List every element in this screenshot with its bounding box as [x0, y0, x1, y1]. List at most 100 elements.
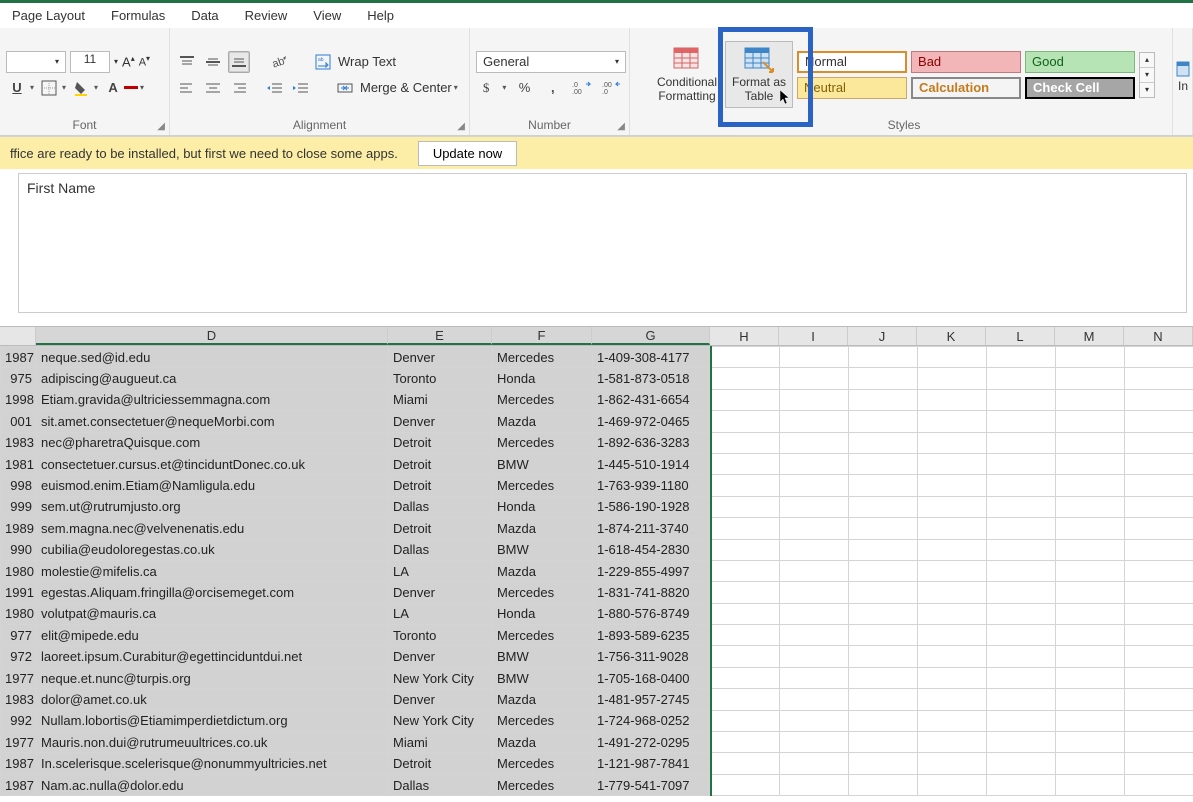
cell-empty[interactable] — [1056, 560, 1125, 581]
cell[interactable]: 998 — [1, 475, 37, 496]
cell[interactable]: 1-618-454-2830 — [593, 539, 711, 560]
cell-empty[interactable] — [987, 560, 1056, 581]
cell[interactable]: Detroit — [389, 475, 493, 496]
cell-empty[interactable] — [849, 646, 918, 667]
cell-empty[interactable] — [849, 689, 918, 710]
cell[interactable]: 1-481-957-2745 — [593, 689, 711, 710]
cell[interactable]: cubilia@eudoloregestas.co.uk — [37, 539, 389, 560]
cell-empty[interactable] — [780, 496, 849, 517]
cell-empty[interactable] — [987, 347, 1056, 368]
cell[interactable]: LA — [389, 603, 493, 624]
cell[interactable]: 1-779-541-7097 — [593, 774, 711, 795]
cell[interactable]: Mauris.non.dui@rutrumeuultrices.co.uk — [37, 732, 389, 753]
alignment-dialog-launcher[interactable]: ◢ — [457, 121, 465, 132]
wrap-text-icon[interactable]: ab — [312, 51, 334, 73]
cell[interactable]: 1991 — [1, 582, 37, 603]
cell-empty[interactable] — [1125, 732, 1193, 753]
cell-empty[interactable] — [1125, 432, 1193, 453]
cell-empty[interactable] — [849, 368, 918, 389]
cell-empty[interactable] — [1125, 475, 1193, 496]
col-header-H[interactable]: H — [710, 327, 779, 345]
cell[interactable]: 1-880-576-8749 — [593, 603, 711, 624]
number-format-select[interactable]: General ▾ — [476, 51, 626, 73]
cell-empty[interactable] — [711, 753, 780, 774]
cell-empty[interactable] — [987, 732, 1056, 753]
table-row[interactable]: 1998Etiam.gravida@ultriciessemmagna.comM… — [1, 389, 1193, 410]
cell-empty[interactable] — [1056, 646, 1125, 667]
cell[interactable]: 001 — [1, 411, 37, 432]
tab-help[interactable]: Help — [367, 8, 394, 23]
cell[interactable]: 1-229-855-4997 — [593, 560, 711, 581]
cell[interactable]: consectetuer.cursus.et@tinciduntDonec.co… — [37, 453, 389, 474]
cell-empty[interactable] — [918, 560, 987, 581]
cell-empty[interactable] — [1125, 753, 1193, 774]
cell-empty[interactable] — [849, 667, 918, 688]
cell-empty[interactable] — [1056, 389, 1125, 410]
align-center-icon[interactable] — [202, 77, 224, 99]
column-headers[interactable]: DEFGHIJKLMN — [0, 326, 1193, 346]
cell-empty[interactable] — [849, 389, 918, 410]
table-row[interactable]: 1977Mauris.non.dui@rutrumeuultrices.co.u… — [1, 732, 1193, 753]
table-row[interactable]: 999sem.ut@rutrumjusto.orgDallasHonda1-58… — [1, 496, 1193, 517]
cell[interactable]: 975 — [1, 368, 37, 389]
style-checkcell[interactable]: Check Cell — [1025, 77, 1135, 99]
cell-empty[interactable] — [987, 518, 1056, 539]
cell-empty[interactable] — [711, 411, 780, 432]
cell-empty[interactable] — [780, 347, 849, 368]
cell[interactable]: 1983 — [1, 689, 37, 710]
cell-empty[interactable] — [1056, 432, 1125, 453]
cell-empty[interactable] — [711, 732, 780, 753]
cell[interactable]: Miami — [389, 732, 493, 753]
cell-empty[interactable] — [1056, 475, 1125, 496]
cell-empty[interactable] — [1056, 411, 1125, 432]
cell[interactable]: 1-121-987-7841 — [593, 753, 711, 774]
style-normal[interactable]: Normal — [797, 51, 907, 73]
cell-empty[interactable] — [918, 667, 987, 688]
cell-empty[interactable] — [780, 646, 849, 667]
table-row[interactable]: 1983dolor@amet.co.ukDenverMazda1-481-957… — [1, 689, 1193, 710]
cell-empty[interactable] — [918, 368, 987, 389]
cell[interactable]: 1977 — [1, 667, 37, 688]
table-row[interactable]: 001sit.amet.consectetuer@nequeMorbi.comD… — [1, 411, 1193, 432]
cell[interactable]: nec@pharetraQuisque.com — [37, 432, 389, 453]
cell-empty[interactable] — [780, 625, 849, 646]
cell-empty[interactable] — [1125, 518, 1193, 539]
style-calculation[interactable]: Calculation — [911, 77, 1021, 99]
cell-empty[interactable] — [1125, 646, 1193, 667]
cell-empty[interactable] — [1125, 625, 1193, 646]
cell[interactable]: BMW — [493, 667, 593, 688]
borders-icon[interactable] — [38, 77, 60, 99]
decrease-indent-icon[interactable] — [264, 77, 286, 99]
cell[interactable]: Miami — [389, 389, 493, 410]
cell[interactable]: volutpat@mauris.ca — [37, 603, 389, 624]
cell[interactable]: Detroit — [389, 453, 493, 474]
cell[interactable]: Mercedes — [493, 774, 593, 795]
cell-empty[interactable] — [1056, 603, 1125, 624]
cell[interactable]: Nullam.lobortis@Etiamimperdietdictum.org — [37, 710, 389, 731]
cell-empty[interactable] — [1056, 347, 1125, 368]
percent-icon[interactable]: % — [514, 77, 534, 99]
cell-empty[interactable] — [711, 368, 780, 389]
cell[interactable]: adipiscing@augueut.ca — [37, 368, 389, 389]
cell[interactable]: 1987 — [1, 347, 37, 368]
cell-empty[interactable] — [1056, 625, 1125, 646]
cell[interactable]: Honda — [493, 368, 593, 389]
cell[interactable]: Mercedes — [493, 625, 593, 646]
cell-empty[interactable] — [780, 774, 849, 795]
increase-font-icon[interactable]: A▴ — [122, 54, 135, 69]
cell[interactable]: 1987 — [1, 753, 37, 774]
table-row[interactable]: 1991egestas.Aliquam.fringilla@orcisemege… — [1, 582, 1193, 603]
cell[interactable]: molestie@mifelis.ca — [37, 560, 389, 581]
cell[interactable]: sem.ut@rutrumjusto.org — [37, 496, 389, 517]
cell-empty[interactable] — [987, 603, 1056, 624]
cell-empty[interactable] — [918, 625, 987, 646]
cell-empty[interactable] — [987, 646, 1056, 667]
cell-empty[interactable] — [849, 732, 918, 753]
cell-empty[interactable] — [918, 582, 987, 603]
cell[interactable]: elit@mipede.edu — [37, 625, 389, 646]
align-bottom-icon[interactable] — [228, 51, 250, 73]
cell-empty[interactable] — [780, 539, 849, 560]
cell[interactable]: 992 — [1, 710, 37, 731]
col-header-L[interactable]: L — [986, 327, 1055, 345]
table-row[interactable]: 992Nullam.lobortis@Etiamimperdietdictum.… — [1, 710, 1193, 731]
